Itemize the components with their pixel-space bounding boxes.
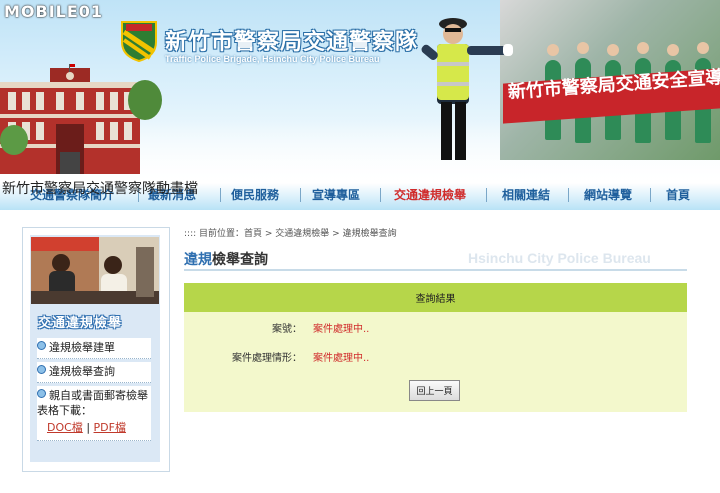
student-head (547, 44, 559, 56)
download-separator: | (86, 421, 91, 434)
page-title: 違規檢舉查詢 (184, 249, 268, 269)
nav-item-home[interactable]: 首頁 (666, 186, 690, 203)
query-result-title: 查詢結果 (415, 294, 456, 305)
student-head (697, 42, 709, 54)
site-title-english: Traffic Police Brigade, Hsinchu City Pol… (165, 54, 380, 64)
page-title-highlight: 違規 (184, 252, 212, 268)
breadcrumb-current: 違規檢舉查詢 (342, 229, 397, 239)
nav-separator (568, 188, 569, 202)
download-doc-link[interactable]: DOC檔 (47, 421, 83, 434)
student-head (607, 44, 619, 56)
sidebar-item-label: 違規檢舉建單 (49, 341, 115, 354)
case-status-label: 案件處理情形： (232, 353, 302, 364)
breadcrumb-home[interactable]: 首頁 (244, 229, 262, 239)
sidebar-item-report-create[interactable]: 違規檢舉建單 (37, 338, 151, 359)
case-number-value: 案件處理中.. (313, 324, 370, 335)
nav-item-violation-report[interactable]: 交通違規檢舉 (394, 186, 466, 203)
tree (0, 125, 28, 155)
bullet-icon (37, 341, 46, 350)
bullet-icon (37, 389, 46, 398)
flash-alt-text: 新竹市警察局交通警察隊動畫檔 (2, 181, 198, 197)
download-pdf-link[interactable]: PDF檔 (94, 421, 126, 434)
sidebar-item-label: 親自或書面郵寄檢舉表格下載： (37, 389, 148, 417)
police-building-illustration (0, 64, 140, 174)
traffic-officer-figure (421, 18, 513, 160)
sidebar-heading: 交通違規檢舉 (38, 316, 123, 331)
case-number-label: 案號： (272, 324, 302, 335)
breadcrumb: :::: 目前位置：首頁 > 交通違規檢舉 > 違規檢舉查詢 (184, 226, 397, 239)
nav-separator (300, 188, 301, 202)
bullet-icon (37, 365, 46, 374)
back-button[interactable]: 回上一頁 (409, 380, 460, 401)
nav-separator (380, 188, 381, 202)
page-title-rest: 檢舉查詢 (212, 252, 268, 268)
student-head (637, 42, 649, 54)
breadcrumb-separator: > (262, 229, 276, 239)
nav-item-services[interactable]: 便民服務 (231, 186, 279, 203)
sidebar-item-report-query[interactable]: 違規檢舉查詢 (37, 362, 151, 383)
header-banner: 新竹市警察局交通警察隊 Traffic Police Brigade, Hsin… (0, 0, 720, 183)
nav-item-promotion[interactable]: 宣導專區 (312, 186, 360, 203)
student-head (667, 44, 679, 56)
breadcrumb-violation-report[interactable]: 交通違規檢舉 (275, 229, 329, 239)
nav-item-sitemap[interactable]: 網站導覽 (584, 186, 632, 203)
site-title: 新竹市警察局交通警察隊 (165, 30, 419, 55)
nav-separator (220, 188, 221, 202)
sidebar-item-form-download: 親自或書面郵寄檢舉表格下載： DOC檔 | PDF檔 (37, 386, 151, 441)
breadcrumb-prefix: :::: 目前位置： (184, 229, 244, 239)
nav-separator (486, 188, 487, 202)
bureau-watermark: Hsinchu City Police Bureau (468, 250, 651, 266)
sidebar-item-label: 違規檢舉查詢 (49, 365, 115, 378)
case-status-value: 案件處理中.. (313, 353, 370, 364)
student-head (577, 42, 589, 54)
nav-separator (650, 188, 651, 202)
mobile01-watermark: MOBILE01 (4, 2, 104, 21)
police-badge-icon (121, 21, 157, 62)
breadcrumb-separator: > (329, 229, 343, 239)
tree (128, 80, 162, 120)
radio-studio-photo (31, 237, 159, 304)
title-divider (184, 269, 687, 271)
nav-item-links[interactable]: 相關連結 (502, 186, 550, 203)
